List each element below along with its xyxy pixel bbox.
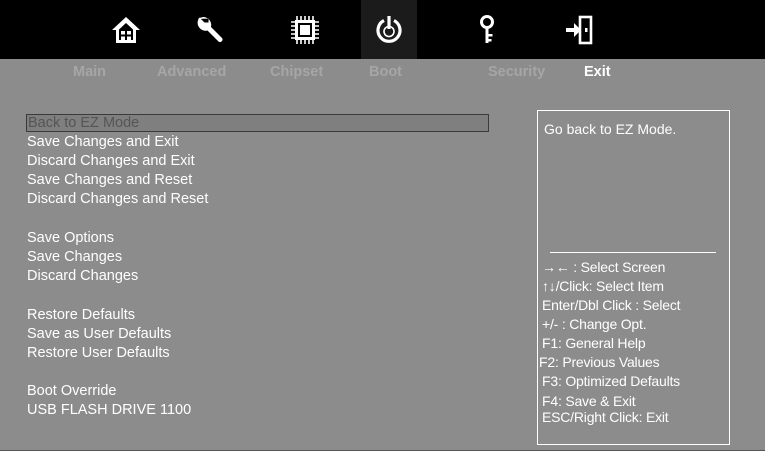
tab-exit[interactable]: Exit [584, 64, 611, 80]
key-hint-select-screen: →← : Select Screen [542, 259, 666, 275]
option-save-as-user-defaults[interactable]: Save as User Defaults [27, 325, 171, 343]
option-restore-defaults[interactable]: Restore Defaults [27, 306, 135, 324]
tab-boot[interactable]: Boot [369, 64, 402, 80]
icon-bar [0, 0, 765, 59]
option-save-changes[interactable]: Save Changes [27, 248, 122, 266]
menu-bar: Main Advanced Chipset Boot Security Exit [0, 59, 765, 89]
section-save-options: Save Options [27, 230, 115, 246]
key-hint-select: Enter/Dbl Click : Select [542, 297, 681, 313]
key-hint-save-exit: F4: Save & Exit [542, 393, 636, 409]
option-save-changes-and-exit[interactable]: Save Changes and Exit [27, 133, 179, 151]
option-back-to-ez-mode[interactable]: Back to EZ Mode [26, 114, 489, 132]
key-icon[interactable] [459, 0, 515, 59]
key-hint-previous-values: F2: Previous Values [539, 354, 660, 370]
chip-icon[interactable] [277, 0, 333, 59]
tab-security[interactable]: Security [488, 64, 545, 80]
home-icon[interactable] [98, 0, 154, 59]
tab-chipset[interactable]: Chipset [270, 64, 323, 80]
wrench-icon[interactable] [182, 0, 238, 59]
option-discard-changes-and-reset[interactable]: Discard Changes and Reset [27, 190, 208, 208]
option-discard-changes-and-exit[interactable]: Discard Changes and Exit [27, 152, 195, 170]
key-hint-change-opt: +/- : Change Opt. [542, 316, 647, 332]
key-hint-optimized-defaults: F3: Optimized Defaults [542, 373, 680, 389]
option-usb-flash-drive[interactable]: USB FLASH DRIVE 1100 [27, 401, 191, 419]
key-hint-general-help: F1: General Help [542, 335, 646, 351]
help-description: Go back to EZ Mode. [544, 121, 677, 137]
key-hint-esc-exit: ESC/Right Click: Exit [542, 409, 669, 425]
help-panel: Go back to EZ Mode. →← : Select Screen ↑… [537, 110, 730, 445]
option-discard-changes[interactable]: Discard Changes [27, 267, 138, 285]
tab-advanced[interactable]: Advanced [157, 64, 226, 80]
section-boot-override: Boot Override [27, 383, 117, 399]
help-divider [550, 252, 716, 253]
option-restore-user-defaults[interactable]: Restore User Defaults [27, 344, 170, 362]
power-icon[interactable] [361, 0, 417, 59]
key-hint-select-item: ↑↓/Click: Select Item [542, 278, 664, 294]
option-save-changes-and-reset[interactable]: Save Changes and Reset [27, 171, 192, 189]
exit-icon[interactable] [551, 0, 607, 59]
tab-main[interactable]: Main [73, 64, 106, 80]
bios-screen: Main Advanced Chipset Boot Security Exit… [0, 0, 765, 451]
